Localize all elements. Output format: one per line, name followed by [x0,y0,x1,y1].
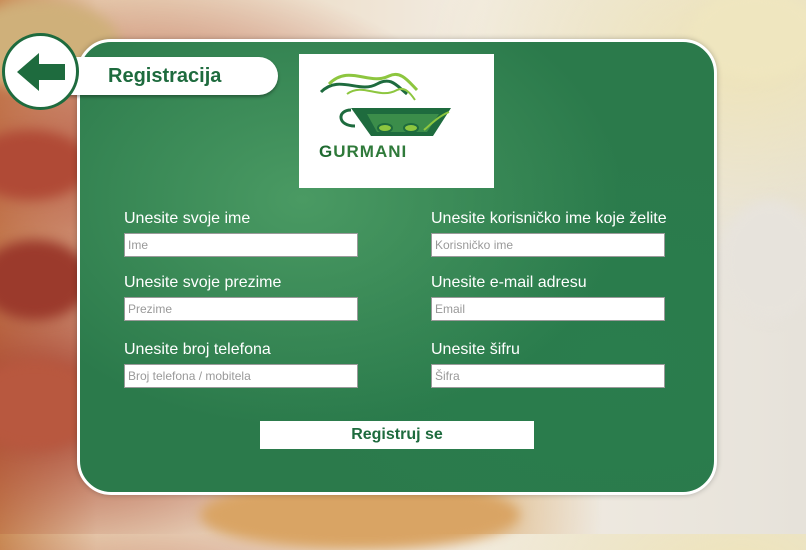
name-input[interactable] [124,233,358,257]
page-title: Registracija [60,57,278,95]
arrow-left-icon [16,52,65,91]
logo-letter-g: G [319,142,334,161]
logo-cup-icon [319,73,451,136]
password-input[interactable] [431,364,665,388]
register-button[interactable]: Registruj se [260,421,534,449]
phone-input[interactable] [124,364,358,388]
email-label: Unesite e-mail adresu [431,274,587,291]
brand-logo: GURMANI [299,54,494,188]
logo-letters-rest: URMANI [333,142,408,161]
surname-input[interactable] [124,297,358,321]
logo-wordmark: GURMANI [319,142,407,162]
surname-label: Unesite svoje prezime [124,274,282,291]
back-button[interactable] [2,33,79,110]
email-input[interactable] [431,297,665,321]
password-label: Unesite šifru [431,341,520,358]
username-input[interactable] [431,233,665,257]
username-label: Unesite korisničko ime koje želite [431,210,667,227]
name-label: Unesite svoje ime [124,210,251,227]
background-decoration [720,200,806,320]
phone-label: Unesite broj telefona [124,341,271,358]
